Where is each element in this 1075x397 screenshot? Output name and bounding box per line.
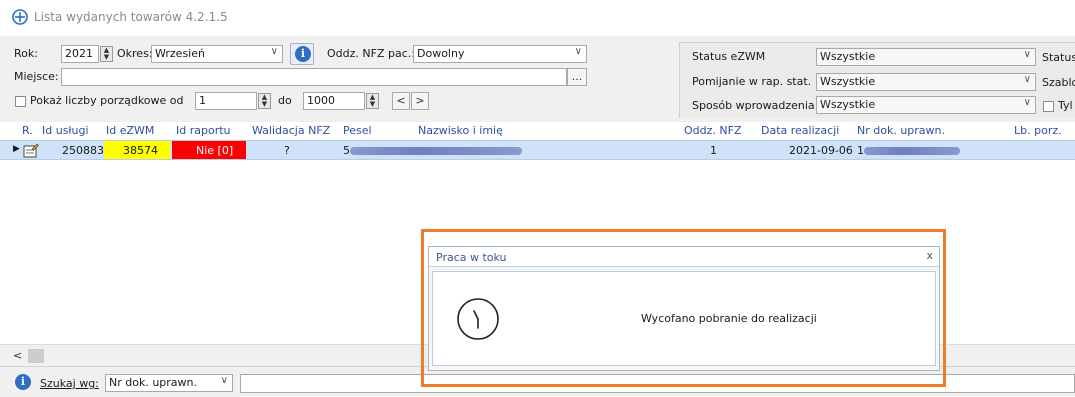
dialog-body: Wycofano pobranie do realizacji <box>432 271 936 366</box>
grid-header: R. Id usługi Id eZWM Id raportu Walidacj… <box>0 122 1075 140</box>
col-header-lb-porz[interactable]: Lb. porz. <box>1014 124 1062 137</box>
cell-oddz-nfz: 1 <box>710 144 717 157</box>
oddz-nfz-label: Oddz. NFZ pac.: <box>327 47 415 60</box>
edit-record-icon[interactable] <box>23 143 39 158</box>
miejsce-browse-button[interactable]: ... <box>567 68 587 86</box>
tyl-label: Tyl <box>1058 99 1073 112</box>
next-button[interactable]: > <box>411 92 429 110</box>
scroll-left-button[interactable]: < <box>13 349 22 362</box>
info-icon: i <box>15 374 31 390</box>
pokaz-from-spinner[interactable]: ▲ ▼ <box>258 93 271 109</box>
oddz-nfz-select[interactable]: Dowolny ∨ <box>413 45 587 63</box>
search-label: Szukaj wg: <box>40 377 99 390</box>
progress-dialog: Praca w toku x Wycofano pobranie do real… <box>428 246 940 371</box>
col-header-id-raportu[interactable]: Id raportu <box>176 124 231 137</box>
col-header-id-ezwm[interactable]: Id eZWM <box>106 124 154 137</box>
right-filter-panel: Status eZWM Wszystkie ∨ Status Pomijanie… <box>679 42 1075 118</box>
szablo-label: Szablo <box>1042 76 1075 89</box>
row-pointer-icon: ▶ <box>13 144 20 154</box>
col-header-oddz-nfz[interactable]: Oddz. NFZ <box>684 124 741 137</box>
info-button[interactable]: i <box>290 43 314 65</box>
globe-plus-icon <box>12 9 28 25</box>
info-icon: i <box>295 46 311 62</box>
search-info-button[interactable]: i <box>13 372 33 392</box>
dialog-title: Praca w toku <box>436 251 507 264</box>
pokaz-checkbox[interactable] <box>15 96 26 107</box>
pomijanie-label: Pomijanie w rap. stat. <box>692 75 812 88</box>
col-header-id-uslugi[interactable]: Id usługi <box>42 124 89 137</box>
dialog-close-button[interactable]: x <box>926 249 933 262</box>
chevron-down-icon: ∨ <box>574 46 582 57</box>
window-title: Lista wydanych towarów 4.2.1.5 <box>34 10 228 24</box>
tyl-checkbox[interactable] <box>1043 101 1054 112</box>
chevron-down-icon: ∨ <box>1023 49 1031 60</box>
rok-spinner[interactable]: ▲ ▼ <box>100 46 113 62</box>
cell-id-raportu: Nie [0] <box>196 144 234 157</box>
sposob-select[interactable]: Wszystkie ∨ <box>816 96 1036 114</box>
col-header-pesel[interactable]: Pesel <box>343 124 372 137</box>
col-header-data[interactable]: Data realizacji <box>761 124 839 137</box>
pokaz-label: Pokaż liczby porządkowe od <box>30 94 184 107</box>
col-header-r[interactable]: R. <box>22 124 33 137</box>
cell-redacted-nr-dok <box>864 147 960 155</box>
rok-input[interactable]: 2021 <box>61 45 99 63</box>
rok-label: Rok: <box>14 47 38 60</box>
cell-id-uslugi: 250883 <box>62 144 104 157</box>
chevron-down-icon: ∨ <box>270 46 278 57</box>
dialog-titlebar: Praca w toku x <box>429 247 939 267</box>
do-label: do <box>278 94 292 107</box>
pokaz-to-spinner[interactable]: ▲ ▼ <box>366 93 379 109</box>
cell-redacted-name <box>350 147 522 155</box>
cell-nr-dok: 1 <box>857 144 864 157</box>
table-row[interactable]: ▶ 250883 38574 Nie [0] ? 5 1 2021-09-06 … <box>0 140 1075 160</box>
chevron-down-icon: ∨ <box>1023 74 1031 85</box>
col-header-walidacja[interactable]: Walidacja NFZ <box>252 124 330 137</box>
okres-label: Okres: <box>117 47 153 60</box>
pomijanie-value: Wszystkie <box>820 75 876 88</box>
chevron-down-icon: ∨ <box>1023 97 1031 108</box>
cell-pesel: 5 <box>343 144 350 157</box>
miejsce-input[interactable] <box>61 68 567 86</box>
search-field-value: Nr dok. uprawn. <box>109 376 198 389</box>
cell-data-realizacji: 2021-09-06 <box>789 144 853 157</box>
pomijanie-select[interactable]: Wszystkie ∨ <box>816 73 1036 91</box>
scroll-thumb[interactable] <box>28 349 44 363</box>
col-header-nazwisko[interactable]: Nazwisko i imię <box>418 124 503 137</box>
sposob-label: Sposób wprowadzenia <box>692 99 815 112</box>
pokaz-to-input[interactable]: 1000 <box>303 92 365 110</box>
status-ezwm-label: Status eZWM <box>692 50 766 63</box>
okres-value: Wrzesień <box>155 47 205 60</box>
status-label: Status <box>1042 51 1075 64</box>
okres-select[interactable]: Wrzesień ∨ <box>151 45 283 63</box>
prev-button[interactable]: < <box>392 92 410 110</box>
window-titlebar: Lista wydanych towarów 4.2.1.5 <box>0 0 1075 36</box>
pokaz-from-input[interactable]: 1 <box>195 92 257 110</box>
col-header-nr-dok[interactable]: Nr dok. uprawn. <box>857 124 945 137</box>
search-field-select[interactable]: Nr dok. uprawn. ∨ <box>105 374 233 392</box>
cell-id-ezwm: 38574 <box>123 144 158 157</box>
dialog-message: Wycofano pobranie do realizacji <box>641 312 817 325</box>
status-ezwm-select[interactable]: Wszystkie ∨ <box>816 48 1036 66</box>
chevron-down-icon: ∨ <box>220 375 228 386</box>
cell-walidacja: ? <box>284 144 290 157</box>
miejsce-label: Miejsce: <box>14 70 59 83</box>
oddz-nfz-value: Dowolny <box>417 47 465 60</box>
clock-icon <box>457 298 499 340</box>
status-ezwm-value: Wszystkie <box>820 50 876 63</box>
sposob-value: Wszystkie <box>820 98 876 111</box>
